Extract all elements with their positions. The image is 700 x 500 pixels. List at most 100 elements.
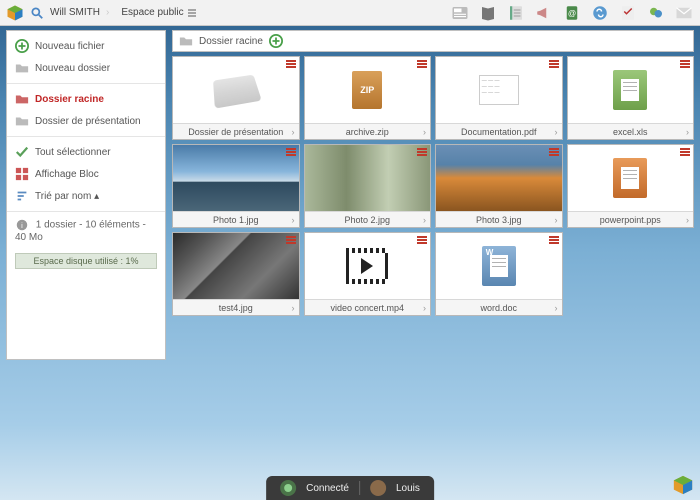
file-thumbnail bbox=[568, 57, 694, 123]
svg-text:@: @ bbox=[568, 9, 576, 18]
presentation-folder-label: Dossier de présentation bbox=[35, 116, 141, 127]
status-icon[interactable] bbox=[280, 480, 296, 496]
view-mode-label: Affichage Bloc bbox=[35, 169, 99, 180]
space-selector[interactable]: Espace public bbox=[121, 7, 196, 18]
sort-button[interactable]: Trié par nom ▴ bbox=[7, 185, 165, 207]
tile-menu-icon[interactable] bbox=[286, 236, 296, 245]
file-thumbnail: — — —— — —— — — bbox=[436, 57, 562, 123]
file-tile[interactable]: video concert.mp4 bbox=[304, 232, 432, 316]
search-icon[interactable] bbox=[30, 6, 44, 20]
dock-user[interactable]: Louis bbox=[396, 483, 420, 494]
info-icon: i bbox=[15, 218, 29, 232]
file-tile[interactable]: Photo 1.jpg bbox=[172, 144, 300, 228]
file-tile[interactable]: powerpoint.pps bbox=[567, 144, 695, 228]
folder-icon bbox=[15, 92, 29, 106]
file-tile[interactable]: Photo 2.jpg bbox=[304, 144, 432, 228]
contacts-icon[interactable]: @ bbox=[562, 3, 582, 23]
messenger-icon[interactable] bbox=[646, 3, 666, 23]
plus-icon bbox=[15, 39, 29, 53]
tasks-icon[interactable] bbox=[618, 3, 638, 23]
tile-menu-icon[interactable] bbox=[549, 236, 559, 245]
notes-icon[interactable] bbox=[506, 3, 526, 23]
file-grid: Dossier de présentationZIParchive.zip— —… bbox=[172, 56, 694, 316]
avatar[interactable] bbox=[370, 480, 386, 496]
new-file-button[interactable]: Nouveau fichier bbox=[7, 35, 165, 57]
workspace: Nouveau fichier Nouveau dossier Dossier … bbox=[6, 30, 694, 360]
file-name: Photo 3.jpg bbox=[436, 211, 562, 227]
new-folder-button[interactable]: Nouveau dossier bbox=[7, 57, 165, 79]
folder-stats: i 1 dossier - 10 éléments - 40 Mo bbox=[7, 212, 165, 249]
file-name: Dossier de présentation bbox=[173, 123, 299, 139]
tile-menu-icon[interactable] bbox=[417, 148, 427, 157]
file-tile[interactable]: excel.xls bbox=[567, 56, 695, 140]
topbar: Will SMITH › Espace public @ bbox=[0, 0, 700, 26]
file-thumbnail bbox=[173, 233, 299, 299]
news-icon[interactable] bbox=[450, 3, 470, 23]
file-tile[interactable]: Photo 3.jpg bbox=[435, 144, 563, 228]
select-all-label: Tout sélectionner bbox=[35, 147, 111, 158]
file-name: Photo 1.jpg bbox=[173, 211, 299, 227]
user-name[interactable]: Will SMITH bbox=[50, 7, 100, 18]
root-folder-label: Dossier racine bbox=[35, 94, 104, 105]
app-logo-icon[interactable] bbox=[6, 4, 24, 22]
dock: Connecté Louis bbox=[266, 476, 434, 500]
tile-menu-icon[interactable] bbox=[549, 148, 559, 157]
tile-menu-icon[interactable] bbox=[286, 148, 296, 157]
sort-icon bbox=[15, 189, 29, 203]
file-tile[interactable]: — — —— — —— — —Documentation.pdf bbox=[435, 56, 563, 140]
file-tile[interactable]: word.doc bbox=[435, 232, 563, 316]
main-panel: Dossier racine Dossier de présentation ZI… bbox=[172, 30, 694, 360]
file-tile[interactable]: test4.jpg bbox=[172, 232, 300, 316]
new-file-label: Nouveau fichier bbox=[35, 41, 104, 52]
file-name: archive.zip bbox=[305, 123, 431, 139]
file-thumbnail bbox=[173, 57, 299, 123]
mail-icon[interactable] bbox=[674, 3, 694, 23]
toolbar-icons: @ bbox=[450, 3, 694, 23]
tile-menu-icon[interactable] bbox=[680, 148, 690, 157]
megaphone-icon[interactable] bbox=[534, 3, 554, 23]
folder-icon bbox=[15, 61, 29, 75]
view-mode-button[interactable]: Affichage Bloc bbox=[7, 163, 165, 185]
folder-icon bbox=[15, 114, 29, 128]
add-icon[interactable] bbox=[269, 34, 283, 48]
grid-icon bbox=[15, 167, 29, 181]
space-label: Espace public bbox=[121, 7, 183, 18]
tile-menu-icon[interactable] bbox=[680, 60, 690, 69]
select-all-button[interactable]: Tout sélectionner bbox=[7, 141, 165, 163]
file-thumbnail bbox=[436, 233, 562, 299]
file-thumbnail bbox=[173, 145, 299, 211]
file-name: test4.jpg bbox=[173, 299, 299, 315]
menu-lines-icon bbox=[187, 8, 197, 18]
file-name: excel.xls bbox=[568, 123, 694, 139]
file-name: video concert.mp4 bbox=[305, 299, 431, 315]
folder-icon bbox=[179, 34, 193, 48]
tile-menu-icon[interactable] bbox=[549, 60, 559, 69]
file-name: Photo 2.jpg bbox=[305, 211, 431, 227]
file-thumbnail bbox=[305, 233, 431, 299]
file-thumbnail: ZIP bbox=[305, 57, 431, 123]
tile-menu-icon[interactable] bbox=[417, 60, 427, 69]
folder-stats-text: 1 dossier - 10 éléments - 40 Mo bbox=[15, 220, 146, 243]
file-tile[interactable]: Dossier de présentation bbox=[172, 56, 300, 140]
new-folder-label: Nouveau dossier bbox=[35, 63, 110, 74]
separator bbox=[359, 481, 360, 495]
app-logo-corner-icon[interactable] bbox=[672, 474, 694, 496]
sidebar: Nouveau fichier Nouveau dossier Dossier … bbox=[6, 30, 166, 360]
breadcrumb-root[interactable]: Dossier racine bbox=[199, 36, 263, 47]
connection-status: Connecté bbox=[306, 483, 349, 494]
tile-menu-icon[interactable] bbox=[417, 236, 427, 245]
tile-menu-icon[interactable] bbox=[286, 60, 296, 69]
disk-usage-bar: Espace disque utilisé : 1% bbox=[15, 253, 157, 269]
link-icon[interactable] bbox=[590, 3, 610, 23]
file-thumbnail bbox=[305, 145, 431, 211]
book-icon[interactable] bbox=[478, 3, 498, 23]
breadcrumb: Dossier racine bbox=[172, 30, 694, 52]
file-tile[interactable]: ZIParchive.zip bbox=[304, 56, 432, 140]
file-name: powerpoint.pps bbox=[568, 211, 694, 227]
root-folder-link[interactable]: Dossier racine bbox=[7, 88, 165, 110]
presentation-folder-link[interactable]: Dossier de présentation bbox=[7, 110, 165, 132]
file-thumbnail bbox=[568, 145, 694, 211]
sort-label: Trié par nom ▴ bbox=[35, 191, 99, 202]
file-thumbnail bbox=[436, 145, 562, 211]
check-icon bbox=[15, 145, 29, 159]
